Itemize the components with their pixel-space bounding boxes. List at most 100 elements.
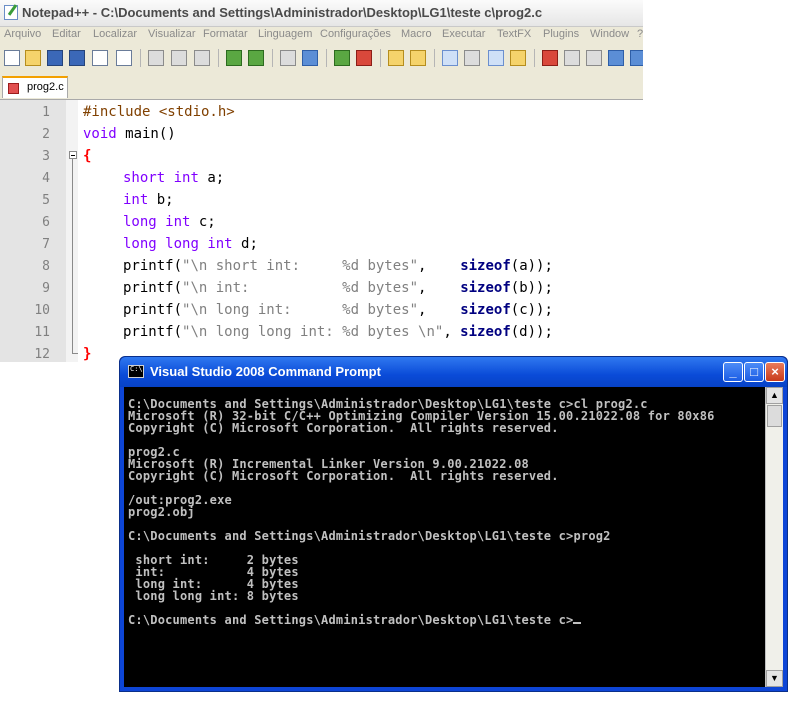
line-number-gutter: 1 2 3 4 5 6 7 8 9 10 11 12 — [0, 100, 66, 362]
toolbar-separator — [272, 49, 273, 67]
zoom-out-icon[interactable] — [356, 50, 372, 66]
save-macro-icon[interactable] — [630, 50, 643, 66]
redo-icon[interactable] — [248, 50, 264, 66]
fold-end — [72, 353, 78, 354]
code-line: long long int d; — [123, 236, 258, 252]
play-macro-icon[interactable] — [586, 50, 602, 66]
undo-icon[interactable] — [226, 50, 242, 66]
console-title: Visual Studio 2008 Command Prompt — [150, 364, 381, 379]
paste-icon[interactable] — [194, 50, 210, 66]
menu-macro[interactable]: Macro — [401, 28, 432, 40]
sync-v-icon[interactable] — [388, 50, 404, 66]
menu-configuracoes[interactable]: Configurações — [320, 28, 391, 40]
line-number: 1 — [42, 105, 50, 120]
notepad-title-bar: Notepad++ - C:\Documents and Settings\Ad… — [0, 0, 643, 27]
maximize-button[interactable]: □ — [744, 362, 764, 382]
console-line: prog2.obj — [128, 505, 195, 519]
toolbar-separator — [326, 49, 327, 67]
record-macro-icon[interactable] — [542, 50, 558, 66]
menu-localizar[interactable]: Localizar — [93, 28, 137, 40]
stop-macro-icon[interactable] — [564, 50, 580, 66]
command-prompt-window: Visual Studio 2008 Command Prompt _ □ × … — [119, 356, 788, 692]
close-button[interactable]: × — [765, 362, 785, 382]
save-all-icon[interactable] — [69, 50, 85, 66]
menu-window[interactable]: Window — [590, 28, 629, 40]
run-macro-multiple-icon[interactable] — [608, 50, 624, 66]
toolbar-separator — [434, 49, 435, 67]
copy-icon[interactable] — [171, 50, 187, 66]
fold-toggle-icon[interactable] — [69, 151, 77, 159]
replace-icon[interactable] — [302, 50, 318, 66]
toolbar-separator — [218, 49, 219, 67]
open-folder-icon[interactable] — [25, 50, 41, 66]
console-prompt: C:\Documents and Settings\Administrador\… — [128, 613, 574, 627]
console-app-icon — [128, 365, 144, 378]
console-line: Copyright (C) Microsoft Corporation. All… — [128, 421, 559, 435]
show-all-chars-icon[interactable] — [464, 50, 480, 66]
menu-visualizar[interactable]: Visualizar — [148, 28, 196, 40]
text-cursor — [573, 622, 582, 624]
menu-editar[interactable]: Editar — [52, 28, 81, 40]
fold-line — [72, 159, 73, 354]
sync-h-icon[interactable] — [410, 50, 426, 66]
code-line: printf("\n long int: %d bytes", sizeof(c… — [123, 302, 553, 318]
cut-icon[interactable] — [148, 50, 164, 66]
file-modified-icon — [8, 83, 19, 94]
code-line: printf("\n int: %d bytes", sizeof(b)); — [123, 280, 553, 296]
console-output[interactable]: C:\Documents and Settings\Administrador\… — [124, 387, 765, 687]
tab-prog2[interactable]: prog2.c — [2, 76, 68, 98]
code-line: printf("\n short int: %d bytes", sizeof(… — [123, 258, 553, 274]
console-title-bar: Visual Studio 2008 Command Prompt _ □ × — [120, 357, 787, 387]
scroll-down-icon[interactable]: ▼ — [766, 670, 783, 687]
menu-linguagem[interactable]: Linguagem — [258, 28, 312, 40]
menu-plugins[interactable]: Plugins — [543, 28, 579, 40]
indent-guide-icon[interactable] — [488, 50, 504, 66]
code-line: } — [83, 346, 92, 362]
save-icon[interactable] — [47, 50, 63, 66]
menu-arquivo[interactable]: Arquivo — [4, 28, 41, 40]
line-number: 11 — [34, 325, 50, 340]
line-number: 3 — [42, 149, 50, 164]
tab-label: prog2.c — [27, 81, 64, 93]
line-number: 8 — [42, 259, 50, 274]
close-icon[interactable] — [92, 50, 108, 66]
menu-executar[interactable]: Executar — [442, 28, 485, 40]
code-editor[interactable]: 1 2 3 4 5 6 7 8 9 10 11 12 #include <std… — [0, 100, 643, 362]
menu-bar: Arquivo Editar Localizar Visualizar Form… — [0, 27, 643, 44]
line-number: 6 — [42, 215, 50, 230]
minimize-button[interactable]: _ — [723, 362, 743, 382]
notepad-title: Notepad++ - C:\Documents and Settings\Ad… — [22, 5, 543, 20]
menu-textfx[interactable]: TextFX — [497, 28, 531, 40]
find-icon[interactable] — [280, 50, 296, 66]
vertical-scrollbar[interactable]: ▲ ▼ — [765, 387, 783, 687]
user-lang-icon[interactable] — [510, 50, 526, 66]
console-line: Copyright (C) Microsoft Corporation. All… — [128, 469, 559, 483]
scroll-thumb[interactable] — [767, 405, 782, 427]
line-number: 4 — [42, 171, 50, 186]
scroll-up-icon[interactable]: ▲ — [766, 387, 783, 404]
toolbar-separator — [534, 49, 535, 67]
code-line: long int c; — [123, 214, 216, 230]
code-line: #include <stdio.h> — [83, 104, 235, 120]
zoom-in-icon[interactable] — [334, 50, 350, 66]
line-number: 2 — [42, 127, 50, 142]
menu-formatar[interactable]: Formatar — [203, 28, 248, 40]
toolbar-separator — [140, 49, 141, 67]
toolbar-separator — [380, 49, 381, 67]
menu-help[interactable]: ? — [637, 28, 643, 40]
code-line: printf("\n long long int: %d bytes \n", … — [123, 324, 553, 340]
new-file-icon[interactable] — [4, 50, 20, 66]
toolbar — [0, 45, 643, 72]
notepad-window: Notepad++ - C:\Documents and Settings\Ad… — [0, 0, 643, 362]
code-line: { — [83, 148, 92, 164]
console-line: long long int: 8 bytes — [128, 589, 299, 603]
line-number: 7 — [42, 237, 50, 252]
code-line: int b; — [123, 192, 174, 208]
console-line: C:\Documents and Settings\Administrador\… — [128, 529, 611, 543]
notepad-app-icon — [4, 5, 18, 20]
line-number: 10 — [34, 303, 50, 318]
close-all-icon[interactable] — [116, 50, 132, 66]
line-number: 12 — [34, 347, 50, 362]
line-number: 9 — [42, 281, 50, 296]
wrap-icon[interactable] — [442, 50, 458, 66]
